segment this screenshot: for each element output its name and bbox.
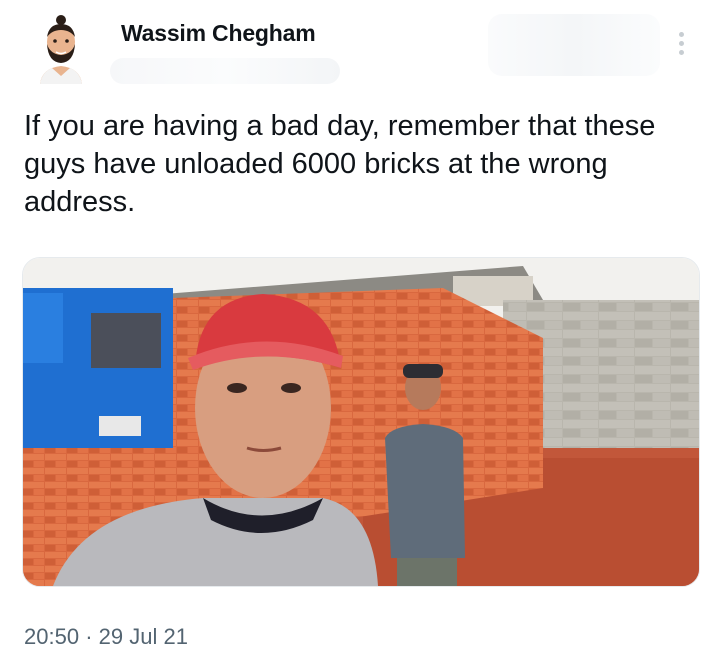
more-dot [679,41,684,46]
author-name[interactable]: Wassim Chegham [121,20,316,47]
timestamp-separator: · [85,624,93,649]
more-vertical-icon [679,32,684,37]
more-options-button[interactable] [670,28,694,62]
photo-illustration [23,258,699,586]
redacted-handle [110,58,340,84]
tweet-photo[interactable] [22,257,700,587]
avatar[interactable] [30,10,92,84]
more-dot [679,50,684,55]
tweet-date: 29 Jul 21 [98,624,188,649]
tweet-timestamp[interactable]: 20:50 · 29 Jul 21 [24,624,188,650]
tweet-time: 20:50 [24,624,80,649]
avatar-illustration [40,15,82,84]
redacted-area [488,14,660,76]
tweet-text: If you are having a bad day, remember th… [24,110,656,218]
